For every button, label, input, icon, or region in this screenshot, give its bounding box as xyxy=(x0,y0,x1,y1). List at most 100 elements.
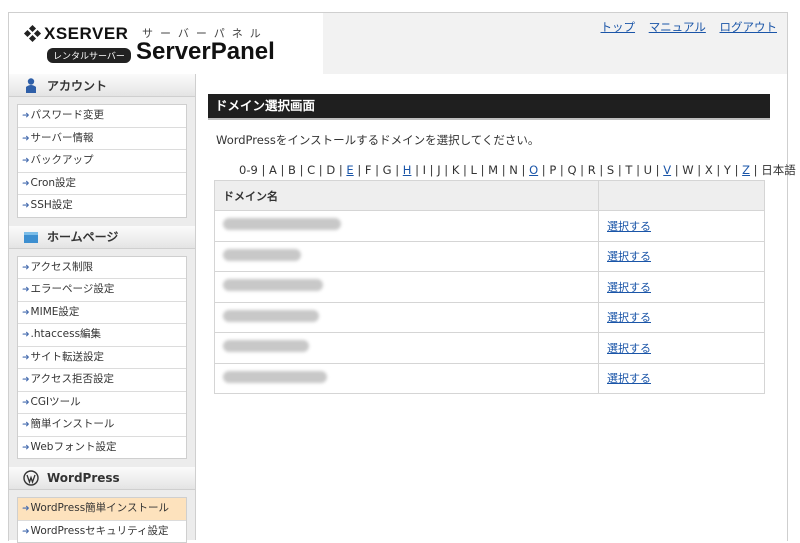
redacted-domain xyxy=(223,279,323,292)
action-cell: 選択する xyxy=(598,210,765,242)
sidebar-item-label: SSH設定 xyxy=(30,199,73,211)
table-row: 選択する xyxy=(214,332,765,364)
select-domain-link[interactable]: 選択する xyxy=(607,311,651,324)
arrow-icon: ➜ xyxy=(22,330,30,340)
main-content: ドメイン選択画面 WordPressをインストールするドメインを選択してください… xyxy=(196,74,796,540)
top-link[interactable]: トップ xyxy=(601,20,636,34)
instruction-text: WordPressをインストールするドメインを選択してください。 xyxy=(216,133,540,147)
arrow-icon: ➜ xyxy=(22,420,30,430)
alpha-index-H[interactable]: H xyxy=(403,163,412,177)
sidebar-item-label: パスワード変更 xyxy=(30,109,105,121)
action-cell: 選択する xyxy=(598,301,765,333)
arrow-icon: ➜ xyxy=(22,156,30,166)
select-domain-link[interactable]: 選択する xyxy=(607,250,651,263)
header: XSERVER レンタルサーバー サーバーパネル ServerPanel トップ… xyxy=(8,12,788,74)
alpha-index-G: G xyxy=(382,163,392,177)
table-row: 選択する xyxy=(214,301,765,333)
action-cell: 選択する xyxy=(598,271,765,303)
alpha-index-C: C xyxy=(307,163,316,177)
action-cell: 選択する xyxy=(598,362,765,394)
sidebar-item-homepage-4[interactable]: ➜サイト転送設定 xyxy=(18,347,186,369)
sidebar-item-homepage-3[interactable]: ➜.htaccess編集 xyxy=(18,324,186,347)
table-row: 選択する xyxy=(214,362,765,394)
domain-name-header: ドメイン名 xyxy=(214,180,599,211)
sidebar-item-homepage-8[interactable]: ➜Webフォント設定 xyxy=(18,437,186,459)
sidebar-item-account-3[interactable]: ➜Cron設定 xyxy=(18,173,186,195)
redacted-domain xyxy=(223,248,301,261)
action-cell: 選択する xyxy=(598,332,765,364)
sidebar-item-homepage-1[interactable]: ➜エラーページ設定 xyxy=(18,279,186,302)
sidebar-item-label: Webフォント設定 xyxy=(30,440,117,453)
sidebar-item-homepage-2[interactable]: ➜MIME設定 xyxy=(18,302,186,324)
arrow-icon: ➜ xyxy=(22,397,30,408)
redacted-domain xyxy=(223,309,319,322)
xserver-logo: XSERVER レンタルサーバー xyxy=(23,24,131,63)
sidebar-item-label: MIME設定 xyxy=(30,305,80,318)
logout-link[interactable]: ログアウト xyxy=(720,20,778,34)
arrow-icon: ➜ xyxy=(22,111,30,121)
sidebar-item-homepage-5[interactable]: ➜アクセス拒否設定 xyxy=(18,369,186,392)
action-header xyxy=(598,180,765,211)
alpha-index-Z[interactable]: Z xyxy=(742,163,750,177)
arrow-icon: ➜ xyxy=(22,133,30,144)
alpha-index-V[interactable]: V xyxy=(663,163,671,177)
table-row: 選択する xyxy=(214,210,765,242)
alpha-index-I: I xyxy=(422,163,427,177)
sidebar-item-account-1[interactable]: ➜サーバー情報 xyxy=(18,128,186,150)
select-domain-link[interactable]: 選択する xyxy=(607,220,651,233)
sidebar-item-label: WordPress簡単インストール xyxy=(30,502,169,514)
arrow-icon: ➜ xyxy=(22,375,30,385)
alpha-index-A: A xyxy=(268,163,277,177)
arrow-icon: ➜ xyxy=(22,526,30,537)
wordpress-icon xyxy=(23,470,39,486)
wordpress-menu: ➜WordPress簡単インストール ➜WordPressセキュリティ設定 xyxy=(17,497,187,543)
sidebar-item-account-2[interactable]: ➜バックアップ xyxy=(18,150,186,173)
alpha-index-E[interactable]: E xyxy=(346,163,353,177)
sidebar-item-label: WordPressセキュリティ設定 xyxy=(30,524,169,537)
sidebar-item-label: Cron設定 xyxy=(30,176,77,189)
sidebar-item-wordpress-1[interactable]: ➜WordPressセキュリティ設定 xyxy=(18,521,186,543)
sidebar-item-label: アクセス制限 xyxy=(30,260,94,273)
section-title: WordPress xyxy=(47,471,120,485)
table-row: 選択する xyxy=(214,240,765,272)
arrow-icon: ➜ xyxy=(22,201,30,211)
alpha-index-Q: Q xyxy=(567,163,577,177)
sidebar-item-homepage-6[interactable]: ➜CGIツール xyxy=(18,392,186,414)
alpha-index-N: N xyxy=(509,163,518,177)
select-domain-link[interactable]: 選択する xyxy=(607,281,651,294)
alphabet-index: 0-9 | A | B | C | D | E | F | G | H | I … xyxy=(239,163,796,177)
sidebar-item-label: アクセス拒否設定 xyxy=(30,373,115,385)
xserver-logo-icon xyxy=(23,24,42,43)
logo-area[interactable]: XSERVER レンタルサーバー サーバーパネル ServerPanel xyxy=(9,13,322,74)
sidebar-item-account-0[interactable]: ➜パスワード変更 xyxy=(18,105,186,128)
arrow-icon: ➜ xyxy=(22,307,30,318)
brand-sub: レンタルサーバー xyxy=(47,48,131,63)
arrow-icon: ➜ xyxy=(22,504,30,514)
title-underline xyxy=(208,118,770,120)
sidebar-item-label: CGIツール xyxy=(30,395,81,408)
sidebar-section-account: アカウント xyxy=(9,74,195,97)
panel-title: ServerPanel xyxy=(136,38,275,65)
select-domain-link[interactable]: 選択する xyxy=(607,342,651,355)
brand-name: XSERVER xyxy=(44,24,129,43)
manual-link[interactable]: マニュアル xyxy=(649,20,706,34)
sidebar-item-label: サーバー情報 xyxy=(30,131,94,144)
folder-icon xyxy=(24,231,38,243)
alpha-index-O[interactable]: O xyxy=(529,163,538,177)
sidebar-item-homepage-7[interactable]: ➜簡単インストール xyxy=(18,414,186,437)
sidebar-item-account-4[interactable]: ➜SSH設定 xyxy=(18,195,186,217)
domain-name-cell xyxy=(214,301,599,333)
redacted-domain xyxy=(223,370,327,383)
sidebar-item-wordpress-0[interactable]: ➜WordPress簡単インストール xyxy=(18,498,186,521)
sidebar-item-label: サイト転送設定 xyxy=(30,350,105,363)
account-menu: ➜パスワード変更 ➜サーバー情報 ➜バックアップ ➜Cron設定 ➜SSH設定 xyxy=(17,104,187,218)
alpha-index-日本語: 日本語 xyxy=(761,163,796,177)
sidebar-item-label: バックアップ xyxy=(30,154,94,166)
alpha-index-Y: Y xyxy=(723,163,731,177)
select-domain-link[interactable]: 選択する xyxy=(607,372,651,385)
domain-table: ドメイン名 選択する 選択する 選択する 選択する 選択する 選択する xyxy=(214,180,765,394)
sidebar-item-homepage-0[interactable]: ➜アクセス制限 xyxy=(18,257,186,279)
alpha-index-U: U xyxy=(643,163,653,177)
sidebar-item-label: 簡単インストール xyxy=(30,418,115,430)
arrow-icon: ➜ xyxy=(22,178,30,189)
